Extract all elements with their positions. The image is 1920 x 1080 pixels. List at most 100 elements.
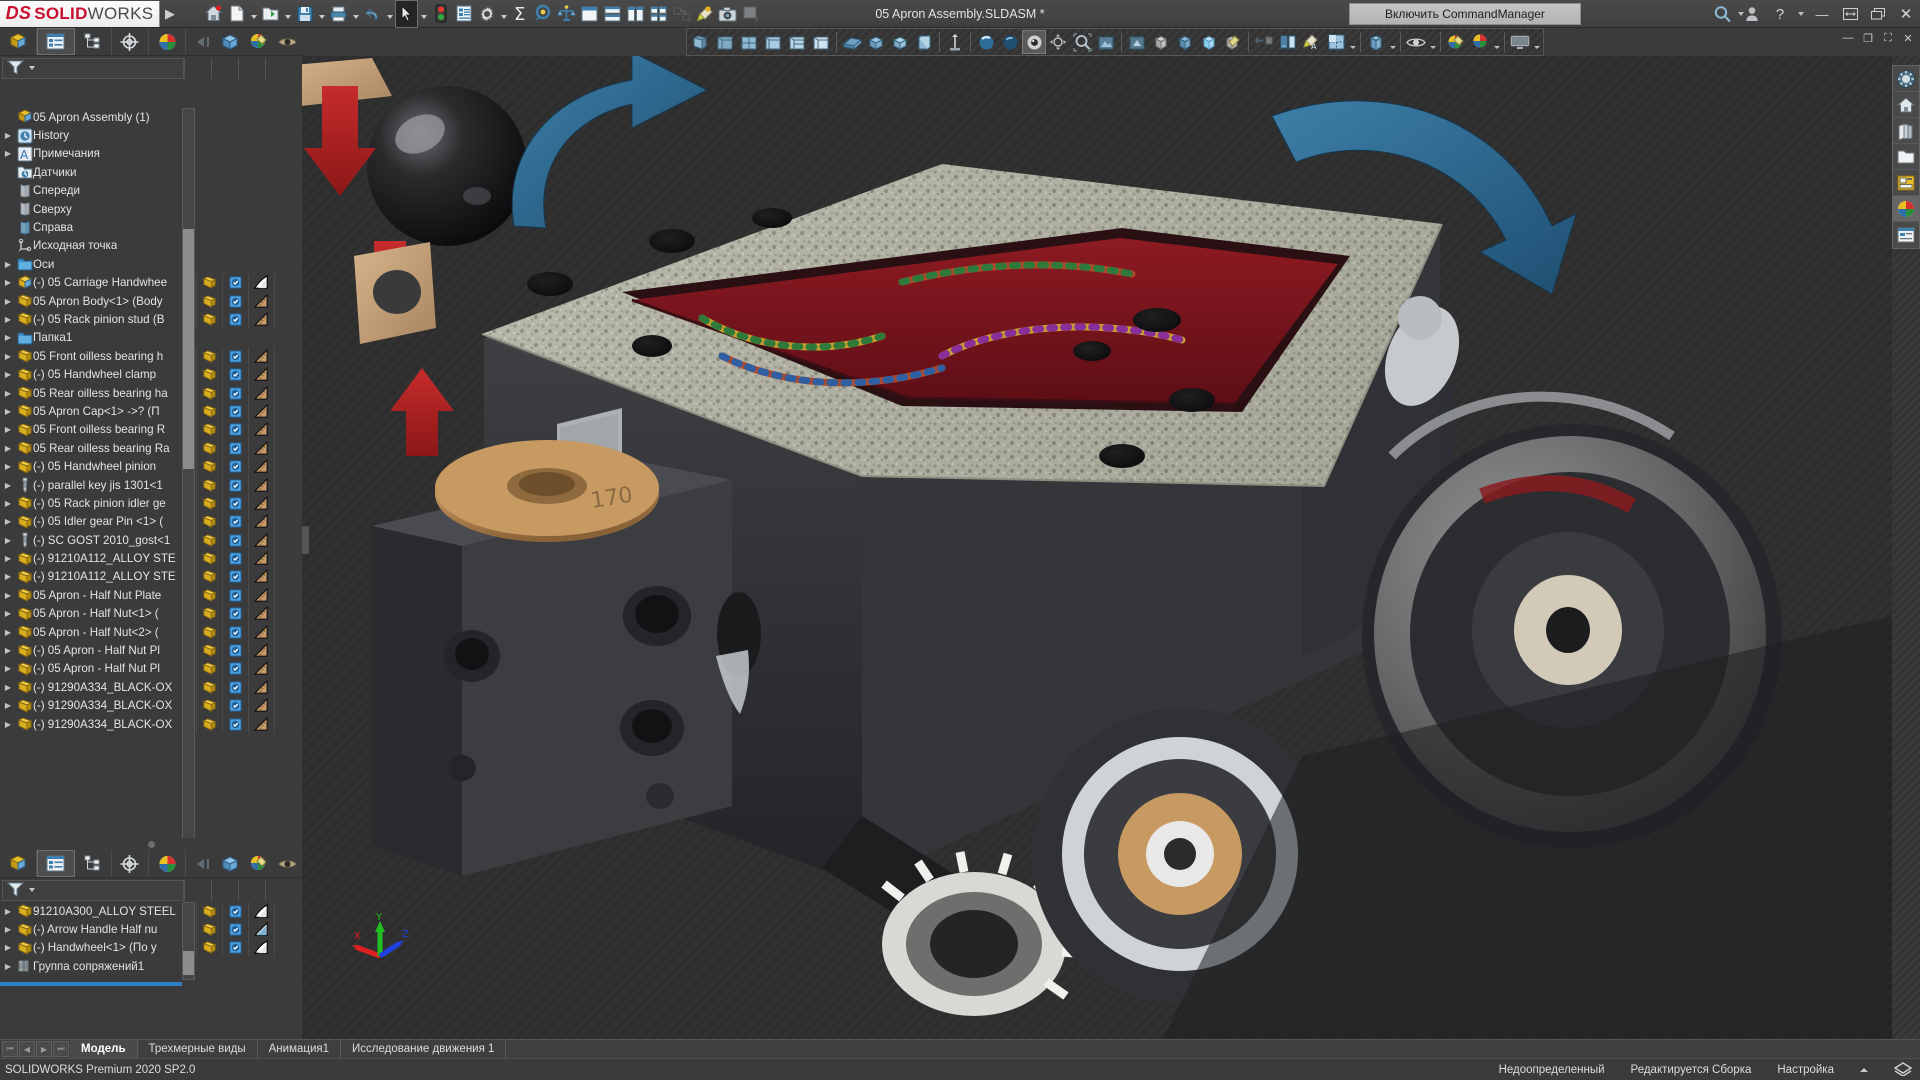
tree-expander[interactable]: ▶: [0, 425, 16, 434]
tree-col-part[interactable]: [196, 475, 222, 495]
tree-col-blue[interactable]: [222, 696, 248, 715]
print-dropdown[interactable]: [350, 0, 361, 28]
filter-dropdown-caret[interactable]: [29, 66, 35, 70]
tree-col-part[interactable]: [196, 622, 222, 642]
tree-col-part[interactable]: [196, 439, 222, 458]
doc-restore-button[interactable]: ❐: [1860, 30, 1876, 46]
tree-row[interactable]: Датчики: [0, 163, 302, 181]
view-palette-folder-icon[interactable]: [1893, 144, 1919, 170]
panel-splitter[interactable]: [0, 838, 302, 850]
tree-col-blue[interactable]: [222, 365, 248, 384]
tree-row[interactable]: ▶ (-) 91210A112_ALLOY STE: [0, 567, 302, 587]
tree-col-blue[interactable]: [222, 549, 248, 568]
dimxpert-manager-tab[interactable]: [112, 28, 149, 55]
tree-col-part[interactable]: [196, 494, 222, 513]
view-settings-icon[interactable]: [1022, 30, 1046, 54]
tree-row[interactable]: ▶ Папка1: [0, 329, 302, 347]
tree-col-tri-white[interactable]: [248, 902, 274, 921]
tree-col-tri-tex[interactable]: [248, 347, 274, 366]
tree-col-tri-tex[interactable]: [248, 622, 274, 642]
tree-row[interactable]: ▶ (-) 05 Idler gear Pin <1> (: [0, 512, 302, 531]
tree-row[interactable]: ▶ (-) 05 Carriage Handwhee: [0, 273, 302, 292]
tree-col-part[interactable]: [196, 938, 222, 958]
tree-row[interactable]: ▶ (-) 05 Handwheel clamp: [0, 365, 302, 384]
tree-expander[interactable]: ▶: [0, 297, 16, 306]
options-gear-icon[interactable]: [475, 0, 498, 28]
tree-col-blue[interactable]: [222, 494, 248, 513]
view-eye-icon-2[interactable]: [273, 850, 302, 877]
hide-show-planes-icon[interactable]: [1276, 30, 1300, 54]
tree-col-tri-tex[interactable]: [248, 549, 274, 568]
tree-row[interactable]: Исходная точка: [0, 237, 302, 255]
undo-dropdown[interactable]: [384, 0, 395, 28]
tree-expander[interactable]: ▶: [0, 683, 16, 692]
mass-properties-icon[interactable]: [555, 0, 578, 28]
tree-col-blue[interactable]: [222, 439, 248, 458]
collapse-arrow-icon[interactable]: [186, 28, 215, 55]
tree-col-tri-tex[interactable]: [248, 310, 274, 329]
tree-col-part[interactable]: [196, 604, 222, 623]
hide-show-items-icon[interactable]: [943, 30, 967, 54]
save-icon[interactable]: [293, 0, 316, 28]
tree-col-part[interactable]: [196, 402, 222, 421]
tree-col-blue[interactable]: [222, 420, 248, 440]
tree-row[interactable]: ▶ 05 Apron - Half Nut<1> (: [0, 604, 302, 623]
tree-expander[interactable]: ▶: [0, 481, 16, 490]
tree-row[interactable]: ▶ (-) 91290A334_BLACK-OX: [0, 678, 302, 697]
tree-col-tri-tex[interactable]: [248, 586, 274, 605]
scene-dropdown[interactable]: [1492, 30, 1501, 54]
tree-col-tri-tex[interactable]: [248, 567, 274, 587]
tree-col-blue[interactable]: [222, 604, 248, 623]
tree-expander[interactable]: ▶: [0, 536, 16, 545]
tree-expander[interactable]: ▶: [0, 462, 16, 471]
tree-expander[interactable]: ▶: [0, 407, 16, 416]
tree-col-tri-tex[interactable]: [248, 530, 274, 550]
feature-manager-tab[interactable]: [0, 28, 38, 55]
tree-col-tri-tex[interactable]: [248, 475, 274, 495]
rebuild-icon[interactable]: [429, 0, 452, 28]
property-manager-tab[interactable]: [37, 28, 75, 55]
tree-row[interactable]: ▶ (-) Arrow Handle Half nu: [0, 920, 302, 939]
tree-col-part[interactable]: [196, 291, 222, 311]
tree-row[interactable]: 05 Apron Assembly (1): [0, 108, 302, 126]
tree-col-tri-white[interactable]: [248, 938, 274, 958]
tree-row[interactable]: ▶ (-) 05 Rack pinion stud (B: [0, 310, 302, 329]
tree-row[interactable]: ▶ (-) 91290A334_BLACK-OX: [0, 714, 302, 734]
tree-col-blue[interactable]: [222, 383, 248, 403]
tree-col-blue[interactable]: [222, 938, 248, 958]
doc-close-button[interactable]: ✕: [1900, 30, 1916, 46]
tree-col-part[interactable]: [196, 659, 222, 679]
tree-col-part[interactable]: [196, 273, 222, 292]
tree-col-tri-tex[interactable]: [248, 420, 274, 440]
tree-row[interactable]: Спереди: [0, 182, 302, 200]
command-manager-toggle-button[interactable]: Включить CommandManager: [1349, 3, 1581, 25]
tab-nav-3[interactable]: ⏭: [53, 1041, 69, 1057]
tree-col-tri-blue[interactable]: [248, 920, 274, 939]
hide-show-annotations-icon[interactable]: A: [1300, 30, 1324, 54]
tree-col-blue[interactable]: [222, 678, 248, 697]
options-dropdown[interactable]: [498, 0, 509, 28]
window-horizontal-icon[interactable]: [601, 0, 624, 28]
tree-col-part[interactable]: [196, 586, 222, 605]
new-document-icon[interactable]: [225, 0, 248, 28]
shadows-icon[interactable]: [1125, 30, 1149, 54]
tree-col-tri-tex[interactable]: [248, 641, 274, 660]
property-manager-tab-2[interactable]: [37, 850, 75, 877]
tree-expander[interactable]: ▶: [0, 646, 16, 655]
tree-expander[interactable]: ▶: [0, 720, 16, 729]
tree-col-part[interactable]: [196, 567, 222, 587]
pan-view-icon[interactable]: [1070, 30, 1094, 54]
tree-col-tri-tex[interactable]: [248, 678, 274, 697]
tree-row[interactable]: ▶ (-) SC GOST 2010_gost<1: [0, 530, 302, 550]
tree-col-blue[interactable]: [222, 902, 248, 921]
tree-expander[interactable]: ▶: [0, 962, 16, 971]
appearance-palette-icon-2[interactable]: [244, 850, 273, 877]
tree-col-blue[interactable]: [222, 291, 248, 311]
edit-appearance-icon[interactable]: [974, 30, 998, 54]
tree-col-part[interactable]: [196, 365, 222, 384]
help-question-icon[interactable]: ?: [1766, 0, 1794, 28]
section-view-icon[interactable]: [761, 30, 785, 54]
tree-expander[interactable]: ▶: [0, 572, 16, 581]
tree-row[interactable]: ▶ 05 Rear oilless bearing Ra: [0, 439, 302, 458]
solidworks-logo[interactable]: DS SOLIDWORKS: [0, 0, 160, 27]
